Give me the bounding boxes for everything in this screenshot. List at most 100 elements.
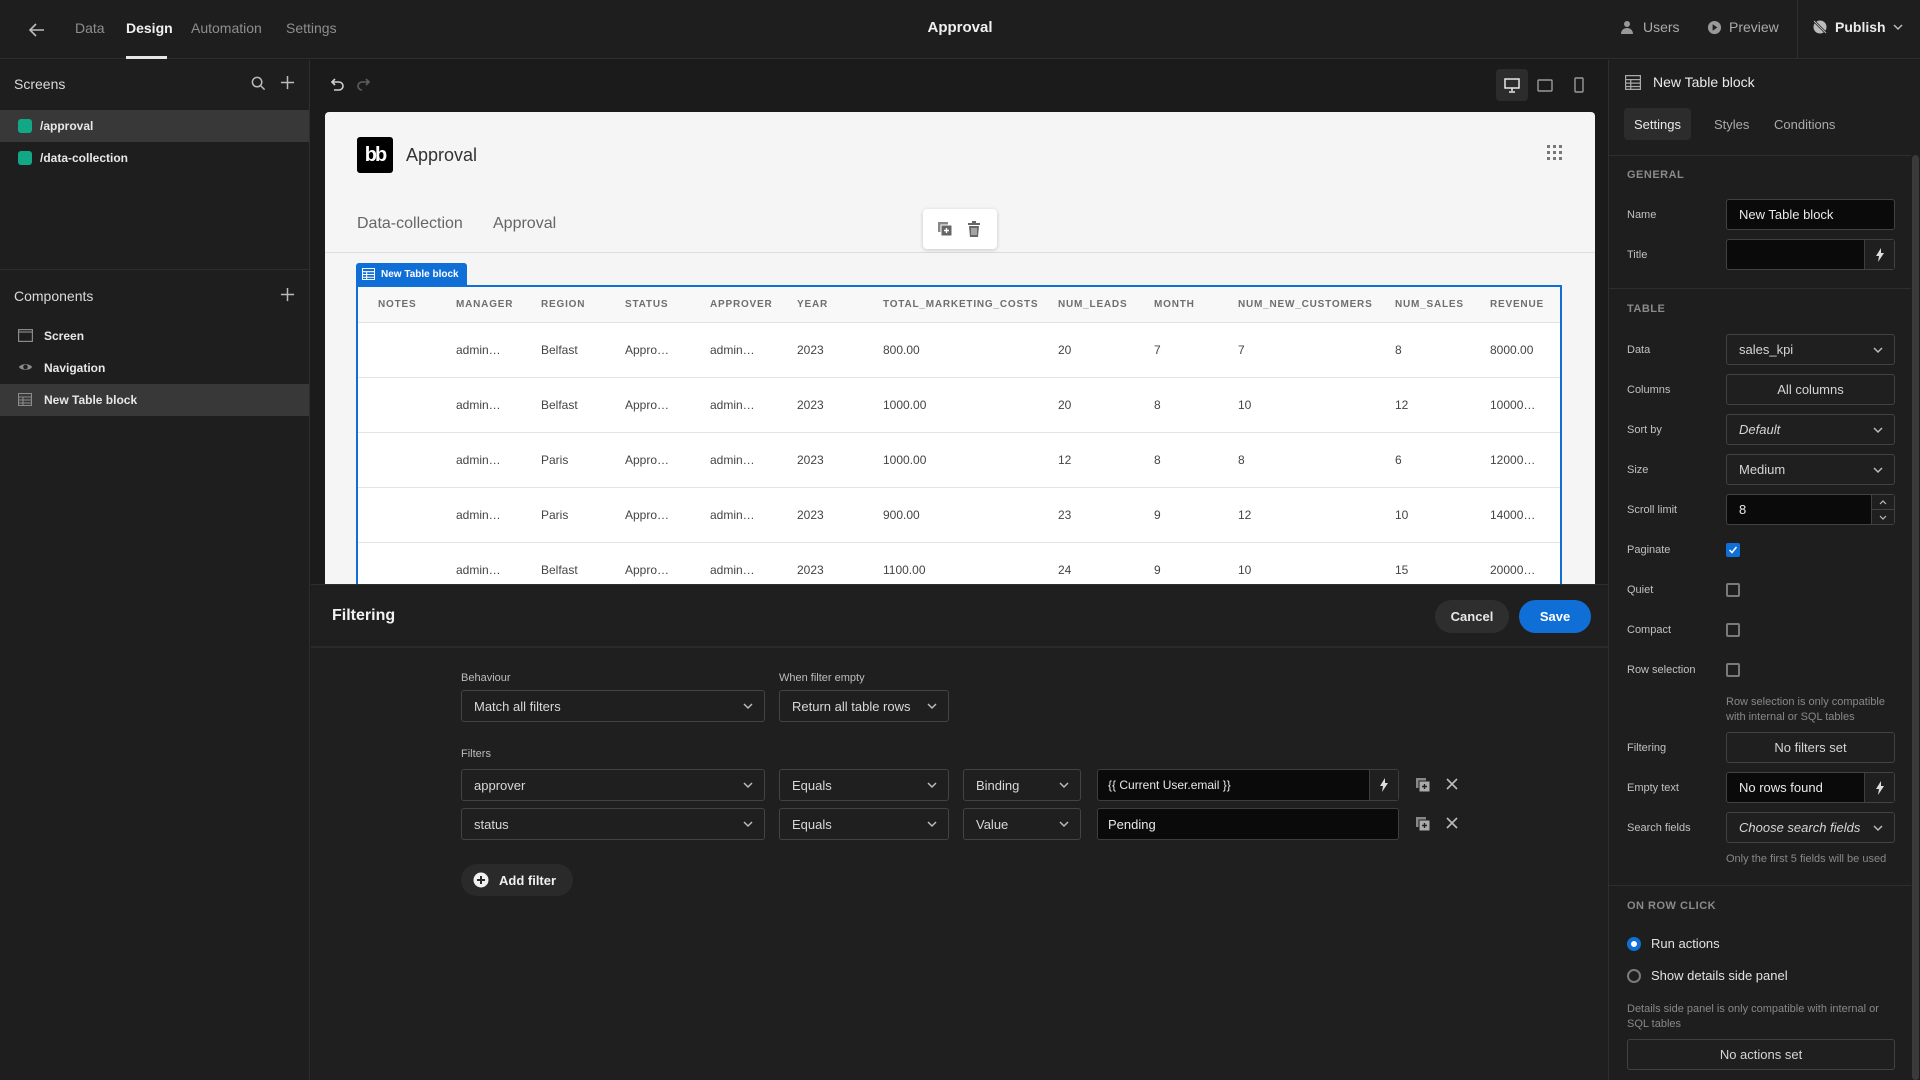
binding-bolt-icon[interactable] — [1864, 240, 1894, 269]
duplicate-filter-icon[interactable] — [1415, 816, 1431, 832]
component-item-navigation[interactable]: Navigation — [0, 352, 309, 384]
table-cell: 2023 — [777, 542, 863, 584]
mobile-view-icon[interactable] — [1563, 69, 1595, 101]
table-row[interactable]: admin… Belfast Appro… admin… 2023 1100.00 24 9 1… — [358, 542, 1560, 584]
redo-icon[interactable] — [355, 76, 373, 94]
back-arrow-icon[interactable] — [26, 19, 50, 41]
filtering-button[interactable]: No filters set — [1726, 732, 1895, 763]
table-cell: admin… — [690, 377, 777, 433]
publish-button[interactable]: Publish — [1812, 19, 1903, 35]
remove-filter-icon[interactable] — [1445, 816, 1461, 832]
tab-conditions[interactable]: Conditions — [1764, 108, 1845, 140]
scroll-limit-input[interactable]: 8 — [1726, 494, 1895, 525]
size-select[interactable]: Medium — [1726, 454, 1895, 485]
compact-checkbox[interactable] — [1726, 623, 1740, 637]
filter-operator-select[interactable]: Equals — [779, 808, 949, 840]
row-selection-checkbox[interactable] — [1726, 663, 1740, 677]
data-select[interactable]: sales_kpi — [1726, 334, 1895, 365]
search-icon[interactable] — [251, 76, 266, 91]
column-header[interactable]: MANAGER — [436, 287, 521, 323]
component-item-table-block[interactable]: New Table block — [0, 384, 309, 416]
filter-field-value: status — [474, 816, 509, 832]
column-header[interactable]: TOTAL_MARKETING_COSTS — [863, 287, 1038, 323]
add-component-icon[interactable] — [280, 287, 295, 302]
search-fields-select[interactable]: Choose search fields — [1726, 812, 1895, 843]
tab-design[interactable]: Design — [126, 20, 173, 36]
nav-link-approval[interactable]: Approval — [493, 215, 556, 233]
chevron-down-icon — [743, 702, 753, 710]
table-cell: 12 — [1038, 432, 1134, 488]
column-header[interactable]: NUM_NEW_CUSTOMERS — [1218, 287, 1375, 323]
component-item-screen[interactable]: Screen — [0, 320, 309, 352]
filter-field-select[interactable]: approver — [461, 769, 765, 801]
actions-button[interactable]: No actions set — [1627, 1039, 1895, 1070]
filter-value-input[interactable]: Pending — [1097, 808, 1399, 840]
save-button[interactable]: Save — [1519, 600, 1591, 633]
screen-item-approval[interactable]: /approval — [0, 110, 309, 142]
filter-value-input[interactable]: {{ Current User.email }} — [1097, 769, 1399, 801]
table-row[interactable]: admin… Belfast Appro… admin… 2023 1000.00 20 8 1… — [358, 377, 1560, 433]
filter-type-select[interactable]: Binding — [963, 769, 1081, 801]
table-cell: Belfast — [521, 322, 605, 378]
tablet-view-icon[interactable] — [1529, 69, 1561, 101]
tab-data[interactable]: Data — [75, 20, 105, 36]
name-input[interactable]: New Table block — [1726, 199, 1895, 230]
tab-automation[interactable]: Automation — [191, 20, 262, 36]
delete-icon[interactable] — [967, 221, 983, 237]
panel-scrollbar[interactable] — [1912, 155, 1919, 1080]
duplicate-icon[interactable] — [937, 221, 953, 237]
columns-button[interactable]: All columns — [1726, 374, 1895, 405]
left-sidebar: Screens /approval /data-collection Compo… — [0, 60, 310, 1080]
cancel-button[interactable]: Cancel — [1435, 600, 1509, 633]
app-preview: bb Approval Data-collection Approval New… — [325, 112, 1595, 584]
column-header[interactable]: NOTES — [358, 287, 436, 323]
number-stepper — [1871, 495, 1894, 524]
filter-field-select[interactable]: status — [461, 808, 765, 840]
grid-menu-icon[interactable] — [1547, 145, 1563, 161]
undo-icon[interactable] — [328, 76, 346, 94]
when-empty-select[interactable]: Return all table rows — [779, 690, 949, 722]
binding-bolt-icon[interactable] — [1369, 770, 1398, 800]
add-screen-icon[interactable] — [280, 75, 295, 90]
tab-styles[interactable]: Styles — [1704, 108, 1759, 140]
quiet-checkbox[interactable] — [1726, 583, 1740, 597]
table-cell: admin… — [436, 432, 521, 488]
paginate-checkbox[interactable] — [1726, 543, 1740, 557]
column-header[interactable]: REVENUE — [1470, 287, 1560, 323]
radio-show-details[interactable]: Show details side panel — [1627, 968, 1788, 983]
behaviour-select[interactable]: Match all filters — [461, 690, 765, 722]
radio-label: Run actions — [1651, 936, 1720, 951]
column-header[interactable]: YEAR — [777, 287, 863, 323]
desktop-view-icon[interactable] — [1496, 69, 1528, 101]
duplicate-filter-icon[interactable] — [1415, 777, 1431, 793]
nav-link-data-collection[interactable]: Data-collection — [357, 215, 463, 233]
sort-by-select[interactable]: Default — [1726, 414, 1895, 445]
stepper-down-icon[interactable] — [1872, 510, 1894, 524]
column-header[interactable]: APPROVER — [690, 287, 777, 323]
column-header[interactable]: MONTH — [1134, 287, 1218, 323]
screen-item-data-collection[interactable]: /data-collection — [0, 142, 309, 174]
table-cell: 7 — [1218, 322, 1375, 378]
filter-type-select[interactable]: Value — [963, 808, 1081, 840]
table-row[interactable]: admin… Paris Appro… admin… 2023 1000.00 12 8 8 6 1… — [358, 432, 1560, 488]
users-button[interactable]: Users — [1620, 19, 1680, 35]
column-header[interactable]: NUM_LEADS — [1038, 287, 1134, 323]
column-header[interactable]: REGION — [521, 287, 605, 323]
table-row[interactable]: admin… Paris Appro… admin… 2023 900.00 23 9 12 10… — [358, 487, 1560, 543]
column-header[interactable]: NUM_SALES — [1375, 287, 1470, 323]
title-input[interactable] — [1726, 239, 1895, 270]
add-filter-button[interactable]: Add filter — [461, 864, 573, 896]
stepper-up-icon[interactable] — [1872, 495, 1894, 510]
column-header[interactable]: STATUS — [605, 287, 690, 323]
tab-settings[interactable]: Settings — [286, 20, 337, 36]
filter-operator-select[interactable]: Equals — [779, 769, 949, 801]
preview-button[interactable]: Preview — [1707, 19, 1779, 35]
table-row[interactable]: admin… Belfast Appro… admin… 2023 800.00 20 7 7 8… — [358, 322, 1560, 378]
remove-filter-icon[interactable] — [1445, 777, 1461, 793]
radio-run-actions[interactable]: Run actions — [1627, 936, 1720, 951]
tab-settings-panel[interactable]: Settings — [1624, 108, 1691, 140]
empty-text-input[interactable]: No rows found — [1726, 772, 1895, 803]
table-block[interactable]: NOTES MANAGER REGION STATUS APPROVER YEAR TOTA… — [356, 285, 1562, 584]
radio-unselected-icon — [1627, 968, 1641, 983]
binding-bolt-icon[interactable] — [1864, 773, 1894, 802]
